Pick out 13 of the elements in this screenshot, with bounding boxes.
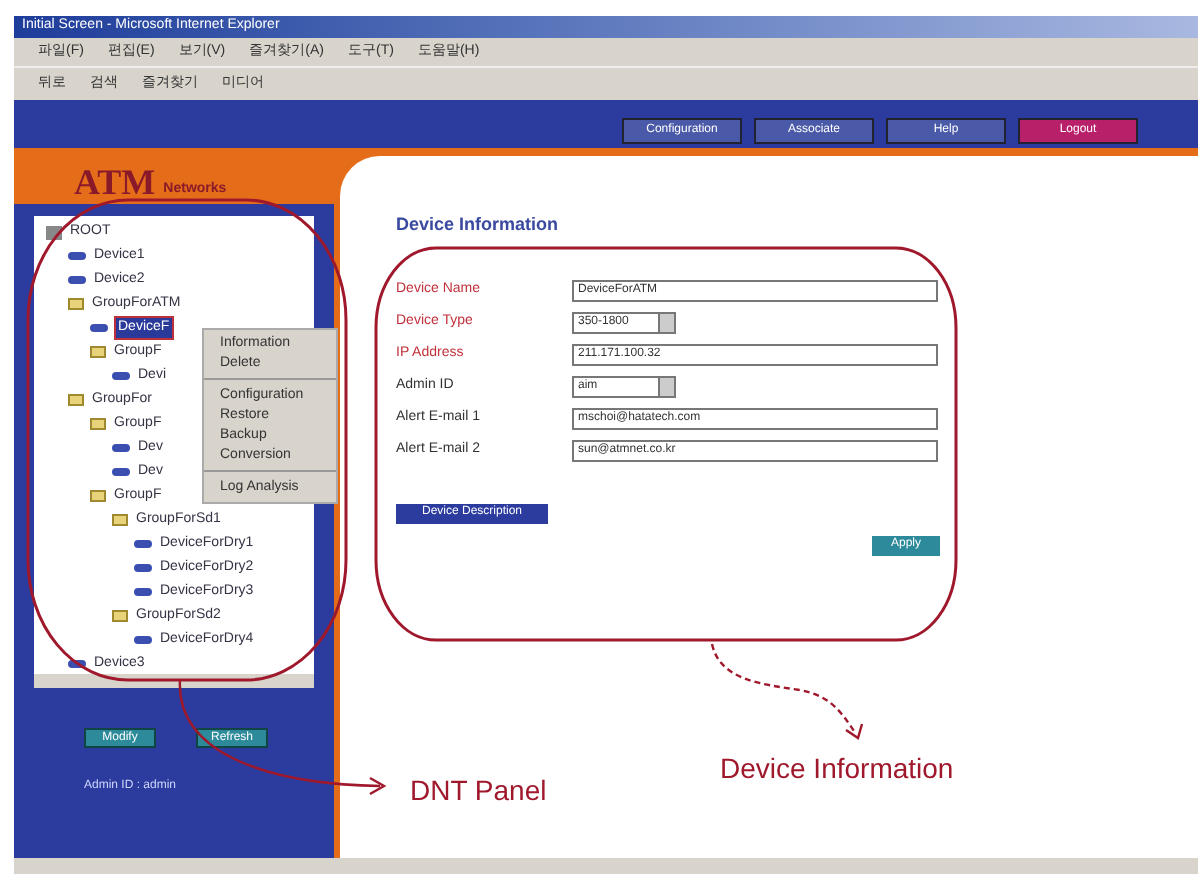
- folder-icon: [90, 346, 106, 358]
- folder-icon: [112, 610, 128, 622]
- logo-mark: ATM: [74, 164, 156, 200]
- dropdown-icon: [658, 378, 674, 396]
- folder-icon: [68, 298, 84, 310]
- device-icon: [112, 372, 130, 380]
- annotation-label: DNT Panel: [410, 772, 547, 810]
- form-title: Device Information: [396, 212, 561, 238]
- device-icon: [68, 660, 86, 668]
- device-icon: [134, 636, 152, 644]
- device-icon: [90, 324, 108, 332]
- annotation-label: Device Information: [720, 750, 954, 788]
- dropdown-icon: [658, 314, 674, 332]
